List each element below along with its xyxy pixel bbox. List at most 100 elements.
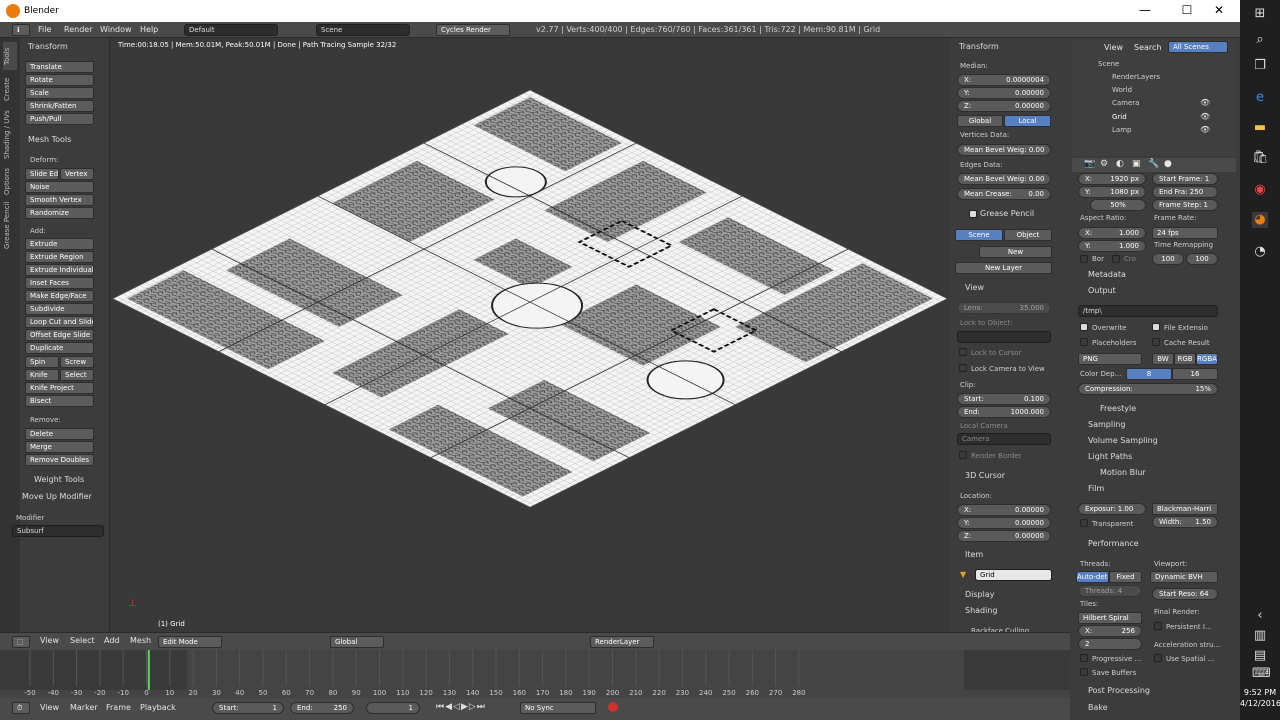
outliner-item-lamp[interactable]: Lamp	[1112, 126, 1131, 134]
bisect-button[interactable]: Bisect	[25, 395, 94, 407]
cursor-y-field[interactable]: Y: 0.00000	[957, 517, 1051, 529]
grease-pencil-checkbox[interactable]	[969, 210, 977, 218]
object-tab-icon[interactable]: ▣	[1132, 159, 1141, 169]
menu-file[interactable]: File	[38, 25, 51, 34]
extrude-menu[interactable]: Extrude	[25, 238, 94, 250]
frame-start-field[interactable]: Start: 1	[212, 702, 284, 714]
median-x-field[interactable]: X: 0.0000004	[957, 74, 1051, 86]
item-panel-header[interactable]: Item	[965, 550, 983, 559]
outliner-search-menu[interactable]: Search	[1134, 43, 1161, 52]
current-frame-field[interactable]: 1	[366, 702, 420, 714]
scene-tab-icon[interactable]: ⚙	[1100, 159, 1108, 169]
new-layer-button[interactable]: New Layer	[955, 262, 1052, 274]
start-frame-field[interactable]: Start Frame: 1	[1152, 173, 1218, 185]
file-extensions-checkbox[interactable]	[1152, 323, 1160, 331]
world-tab-icon[interactable]: ◐	[1116, 159, 1124, 169]
mesh-tools-header[interactable]: Mesh Tools	[28, 135, 71, 144]
merge-menu[interactable]: Merge	[25, 441, 94, 453]
modifier-tab-icon[interactable]: 🔧	[1148, 159, 1159, 169]
editor-type-icon[interactable]: ⬚	[12, 636, 30, 648]
translate-button[interactable]: Translate	[25, 61, 94, 73]
slide-vertex-button[interactable]: Vertex	[60, 168, 94, 180]
progressive-refine-checkbox[interactable]	[1080, 654, 1088, 662]
render-border-checkbox[interactable]	[959, 451, 967, 459]
output-panel-header[interactable]: Output	[1088, 286, 1116, 295]
item-name-field[interactable]: Grid	[975, 569, 1052, 581]
scene-field[interactable]: Scene	[316, 24, 410, 36]
cache-result-checkbox[interactable]	[1152, 338, 1160, 346]
keyboard-icon[interactable]: ⌨	[1252, 666, 1271, 682]
timeline-ruler[interactable]: -50 -40 -30 -20 -10 0 10 20 30 40 50 60 70 80 90 100 110…	[0, 650, 1070, 698]
outliner-item-scene[interactable]: Scene	[1098, 60, 1119, 68]
tile-order-select[interactable]: Hilbert Spiral	[1078, 612, 1142, 624]
frame-end-field[interactable]: End: 250	[290, 702, 354, 714]
modifier-field[interactable]: Subsurf	[12, 525, 104, 537]
knife-button[interactable]: Knife	[25, 369, 59, 381]
end-frame-field[interactable]: End Fra: 250	[1152, 186, 1218, 198]
exposure-field[interactable]: Exposur: 1.00	[1078, 503, 1146, 515]
scale-button[interactable]: Scale	[25, 87, 94, 99]
render-tab-icon[interactable]: 📷	[1084, 159, 1095, 169]
weight-tools-header[interactable]: Weight Tools	[34, 475, 84, 484]
border-checkbox[interactable]	[1080, 255, 1088, 263]
threads-autodetect-toggle[interactable]: Auto-dete	[1076, 571, 1109, 583]
add-menu[interactable]: Add	[104, 636, 120, 645]
gp-object-toggle[interactable]: Object	[1004, 229, 1052, 241]
slide-edge-button[interactable]: Slide Ed	[25, 168, 59, 180]
knife-select-button[interactable]: Select	[60, 369, 94, 381]
median-y-field[interactable]: Y: 0.00000	[957, 87, 1051, 99]
sampling-panel-header[interactable]: Sampling	[1088, 420, 1125, 429]
delete-menu[interactable]: Delete	[25, 428, 94, 440]
lens-field[interactable]: Lens: 35.000	[957, 302, 1051, 314]
search-icon[interactable]: ⌕	[1252, 32, 1268, 48]
cursor-z-field[interactable]: Z: 0.00000	[957, 530, 1051, 542]
outliner-item-renderlayers[interactable]: RenderLayers	[1112, 73, 1160, 81]
visibility-eye-icon[interactable]: 👁	[1200, 98, 1210, 107]
rotate-button[interactable]: Rotate	[25, 74, 94, 86]
editor-type-icon[interactable]: ℹ	[12, 24, 30, 36]
smooth-vertex-button[interactable]: Smooth Vertex	[25, 194, 94, 206]
threads-fixed-toggle[interactable]: Fixed	[1109, 571, 1142, 583]
filter-type-select[interactable]: Blackman-Harri	[1152, 503, 1218, 515]
tab-shading-uvs[interactable]: Shading / UVs	[3, 108, 17, 162]
freestyle-panel-header[interactable]: Freestyle	[1100, 404, 1136, 413]
light-paths-panel-header[interactable]: Light Paths	[1088, 452, 1132, 461]
tile-y-field[interactable]: 2	[1078, 638, 1142, 650]
mean-crease-field[interactable]: Mean Crease: 0.00	[957, 188, 1051, 200]
aspect-x-field[interactable]: X: 1.000	[1078, 227, 1146, 239]
lock-cursor-checkbox[interactable]	[959, 348, 967, 356]
mean-bevel-edge-field[interactable]: Mean Bevel Weig: 0.00	[957, 173, 1051, 185]
outliner-display-mode[interactable]: All Scenes	[1168, 41, 1228, 53]
dungeon-grid-mesh[interactable]	[110, 38, 950, 632]
viewport-bvh-select[interactable]: Dynamic BVH	[1150, 571, 1218, 583]
transform-panel-header[interactable]: Transform	[28, 42, 68, 51]
remap-old-field[interactable]: 100	[1152, 253, 1184, 265]
noise-button[interactable]: Noise	[25, 181, 94, 193]
compression-slider[interactable]: Compression: 15%	[1078, 383, 1218, 395]
post-processing-panel-header[interactable]: Post Processing	[1088, 686, 1150, 695]
visibility-eye-icon[interactable]: 👁	[1200, 112, 1210, 121]
overwrite-checkbox[interactable]	[1080, 323, 1088, 331]
screw-button[interactable]: Screw	[60, 356, 94, 368]
minimize-button[interactable]: —	[1130, 3, 1160, 17]
view-panel-header[interactable]: View	[965, 283, 984, 292]
timeline-view-menu[interactable]: View	[40, 703, 59, 712]
inset-faces-button[interactable]: Inset Faces	[25, 277, 94, 289]
median-z-field[interactable]: Z: 0.00000	[957, 100, 1051, 112]
file-explorer-icon[interactable]: ▬	[1252, 120, 1268, 136]
shrink-fatten-button[interactable]: Shrink/Fatten	[25, 100, 94, 112]
shading-panel-header[interactable]: Shading	[965, 606, 998, 615]
resolution-percent-field[interactable]: 50%	[1090, 199, 1146, 211]
outliner-item-world[interactable]: World	[1112, 86, 1132, 94]
render-engine-select[interactable]: Cycles Render	[436, 24, 510, 36]
select-menu[interactable]: Select	[70, 636, 95, 645]
color-depth-16-toggle[interactable]: 16	[1172, 368, 1218, 380]
loop-cut-button[interactable]: Loop Cut and Slide	[25, 316, 94, 328]
volume-sampling-panel-header[interactable]: Volume Sampling	[1088, 436, 1158, 445]
n-transform-header[interactable]: Transform	[959, 42, 999, 51]
store-icon[interactable]: 🛍	[1252, 150, 1269, 166]
close-button[interactable]: ✕	[1204, 3, 1234, 17]
color-rgba-toggle[interactable]: RGBA	[1196, 353, 1218, 365]
display-panel-header[interactable]: Display	[965, 590, 995, 599]
knife-project-button[interactable]: Knife Project	[25, 382, 94, 394]
